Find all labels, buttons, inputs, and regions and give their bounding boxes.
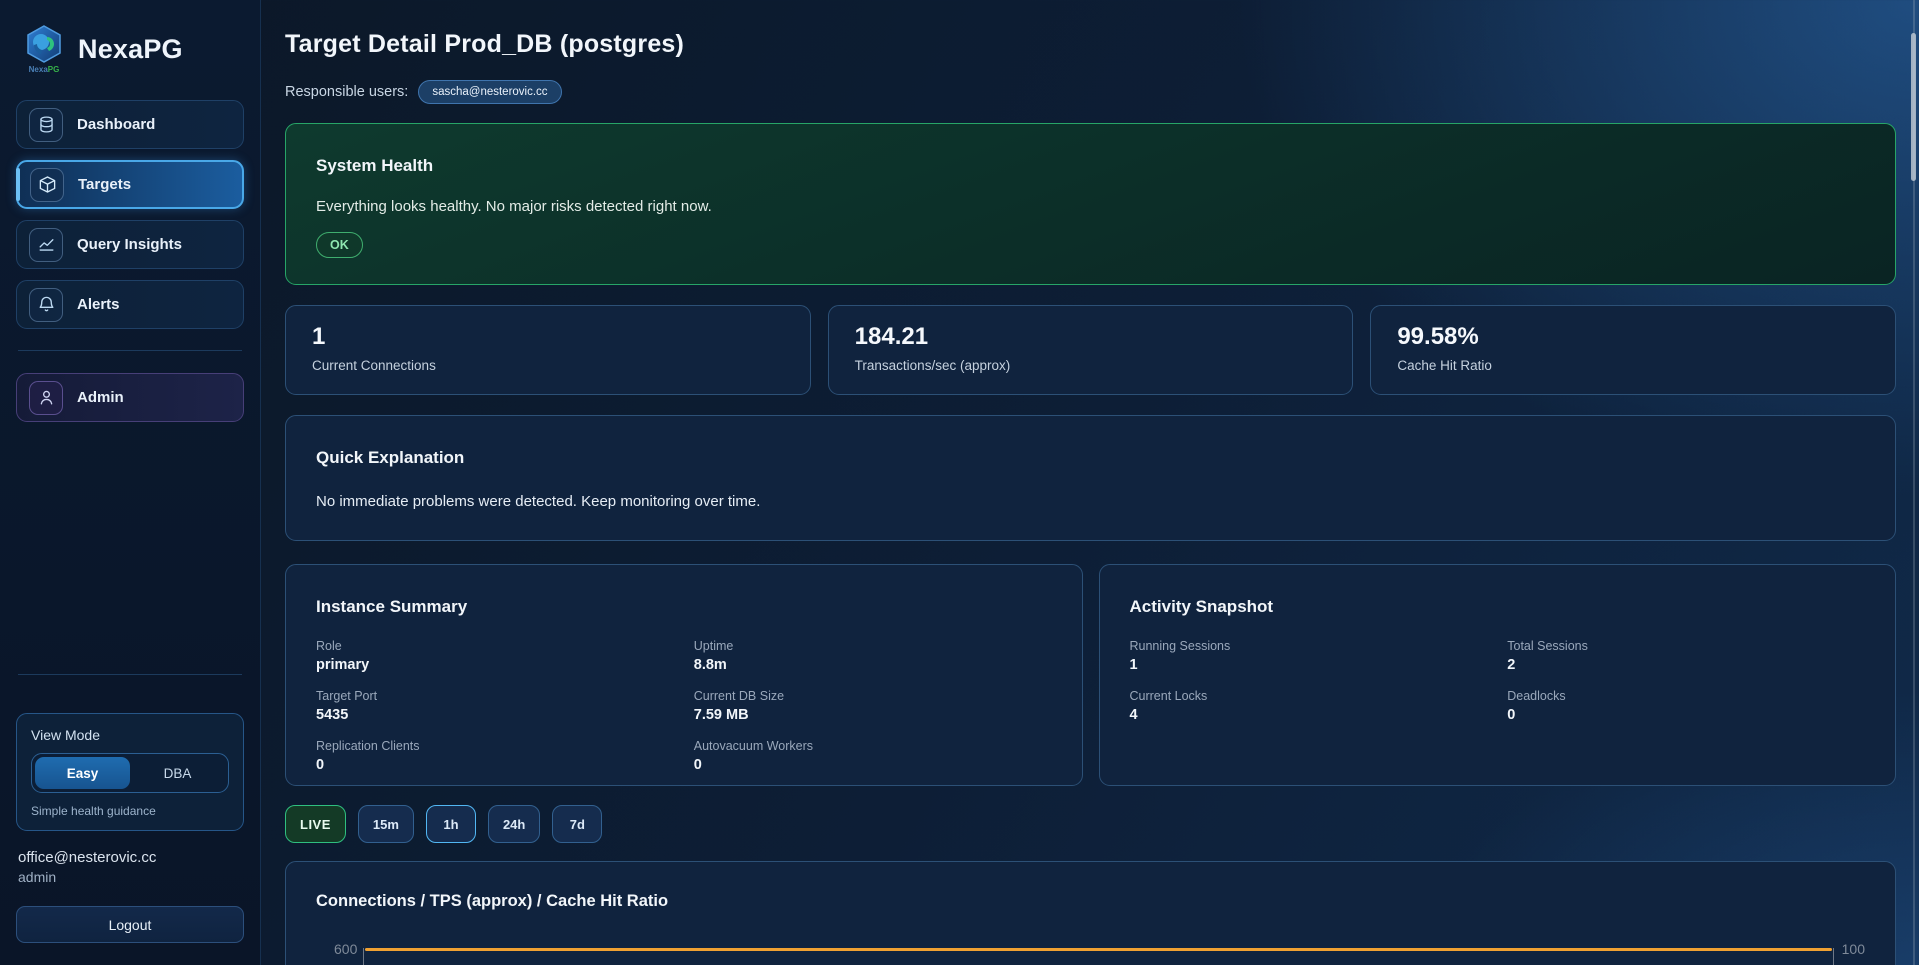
field-target-port: Target Port 5435 — [316, 689, 674, 723]
sidebar-item-label: Alerts — [77, 296, 120, 313]
activity-snapshot-card: Activity Snapshot Running Sessions 1 Tot… — [1099, 564, 1897, 786]
range-1h-button[interactable]: 1h — [426, 805, 476, 843]
sidebar-item-label: Query Insights — [77, 236, 182, 253]
bell-icon — [29, 288, 63, 322]
user-email: office@nesterovic.cc — [18, 849, 244, 866]
chart-title: Connections / TPS (approx) / Cache Hit R… — [316, 892, 1865, 911]
chart-card: Connections / TPS (approx) / Cache Hit R… — [285, 861, 1896, 965]
system-health-card: System Health Everything looks healthy. … — [285, 123, 1896, 285]
sidebar-item-label: Dashboard — [77, 116, 155, 133]
view-mode-hint: Simple health guidance — [31, 804, 229, 818]
view-mode-toggle: Easy DBA — [31, 753, 229, 793]
app-name: NexaPG — [78, 34, 183, 65]
view-mode-dba-button[interactable]: DBA — [130, 757, 225, 789]
sidebar-item-dashboard[interactable]: Dashboard — [16, 100, 244, 149]
time-range-row: LIVE 15m 1h 24h 7d — [285, 805, 1896, 843]
field-replication-clients: Replication Clients 0 — [316, 739, 674, 773]
sidebar-divider — [18, 674, 242, 675]
cache-hit-ratio-line — [365, 948, 1831, 951]
field-autovacuum-workers: Autovacuum Workers 0 — [694, 739, 1052, 773]
metric-value: 1 — [312, 323, 784, 351]
field-deadlocks: Deadlocks 0 — [1507, 689, 1865, 723]
sidebar-item-query-insights[interactable]: Query Insights — [16, 220, 244, 269]
metric-card-cache-hit-ratio: 99.58% Cache Hit Ratio — [1370, 305, 1896, 395]
instance-summary-card: Instance Summary Role primary Uptime 8.8… — [285, 564, 1083, 786]
range-24h-button[interactable]: 24h — [488, 805, 540, 843]
person-icon — [29, 381, 63, 415]
field-role: Role primary — [316, 639, 674, 673]
app-logo: NexaPG NexaPG — [22, 24, 244, 74]
system-health-title: System Health — [316, 156, 1865, 176]
sidebar-item-label: Admin — [77, 389, 124, 406]
field-running-sessions: Running Sessions 1 — [1130, 639, 1488, 673]
metrics-row: 1 Current Connections 184.21 Transaction… — [285, 305, 1896, 395]
metric-card-current-connections: 1 Current Connections — [285, 305, 811, 395]
instance-summary-fields: Role primary Uptime 8.8m Target Port 543… — [316, 639, 1052, 773]
instance-summary-title: Instance Summary — [316, 597, 1052, 617]
sidebar-item-targets[interactable]: Targets — [16, 160, 244, 209]
sidebar-spacer — [16, 433, 244, 664]
sidebar-item-admin[interactable]: Admin — [16, 373, 244, 422]
range-7d-button[interactable]: 7d — [552, 805, 602, 843]
scrollbar-thumb[interactable] — [1911, 33, 1916, 181]
quick-explanation-title: Quick Explanation — [316, 448, 1865, 468]
quick-explanation-message: No immediate problems were detected. Kee… — [316, 493, 1865, 510]
responsible-users-row: Responsible users: sascha@nesterovic.cc — [285, 80, 1896, 104]
activity-snapshot-title: Activity Snapshot — [1130, 597, 1866, 617]
chart-line-icon — [29, 228, 63, 262]
view-mode-label: View Mode — [31, 727, 229, 743]
sidebar-item-label: Targets — [78, 176, 131, 193]
sidebar-item-alerts[interactable]: Alerts — [16, 280, 244, 329]
left-axis-label: 600 — [334, 942, 357, 956]
field-current-db-size: Current DB Size 7.59 MB — [694, 689, 1052, 723]
database-icon — [29, 108, 63, 142]
metric-value: 99.58% — [1397, 323, 1869, 351]
cube-icon — [30, 168, 64, 202]
status-badge: OK — [316, 232, 363, 258]
field-uptime: Uptime 8.8m — [694, 639, 1052, 673]
metric-label: Transactions/sec (approx) — [855, 358, 1327, 373]
view-mode-card: View Mode Easy DBA Simple health guidanc… — [16, 713, 244, 831]
activity-snapshot-fields: Running Sessions 1 Total Sessions 2 Curr… — [1130, 639, 1866, 723]
system-health-message: Everything looks healthy. No major risks… — [316, 198, 1865, 215]
chart-plot — [363, 948, 1833, 965]
svg-text:NexaPG: NexaPG — [29, 65, 60, 74]
sidebar: NexaPG NexaPG Dashboard Targets — [0, 0, 261, 965]
live-button[interactable]: LIVE — [285, 805, 346, 843]
logout-button[interactable]: Logout — [16, 906, 244, 943]
field-current-locks: Current Locks 4 — [1130, 689, 1488, 723]
metric-label: Current Connections — [312, 358, 784, 373]
field-total-sessions: Total Sessions 2 — [1507, 639, 1865, 673]
user-role: admin — [18, 869, 244, 885]
responsible-user-badge: sascha@nesterovic.cc — [418, 80, 561, 104]
sidebar-divider — [18, 350, 242, 351]
metric-value: 184.21 — [855, 323, 1327, 351]
summary-row: Instance Summary Role primary Uptime 8.8… — [285, 564, 1896, 786]
page-title: Target Detail Prod_DB (postgres) — [285, 30, 1896, 59]
view-mode-easy-button[interactable]: Easy — [35, 757, 130, 789]
main-content: Target Detail Prod_DB (postgres) Respons… — [261, 0, 1919, 965]
metric-card-tps: 184.21 Transactions/sec (approx) — [828, 305, 1354, 395]
responsible-users-label: Responsible users: — [285, 84, 408, 100]
metric-label: Cache Hit Ratio — [1397, 358, 1869, 373]
nexapg-logo-icon: NexaPG — [22, 24, 66, 74]
chart-area: 600 100 — [316, 948, 1865, 965]
quick-explanation-card: Quick Explanation No immediate problems … — [285, 415, 1896, 541]
right-axis-label: 100 — [1842, 942, 1865, 956]
range-15m-button[interactable]: 15m — [358, 805, 414, 843]
